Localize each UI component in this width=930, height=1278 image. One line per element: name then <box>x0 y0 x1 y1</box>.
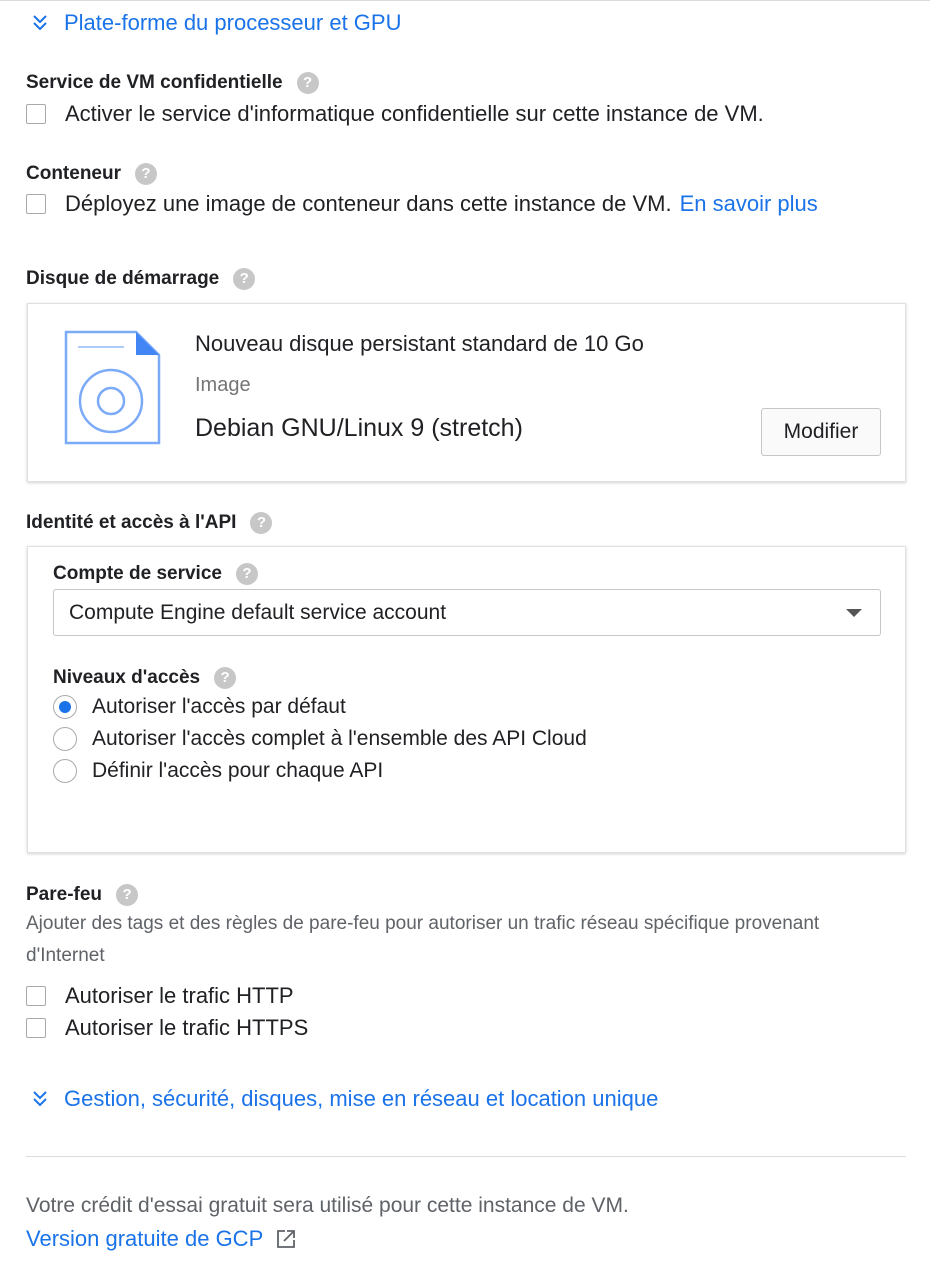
container-title: Conteneur <box>26 163 121 184</box>
platform-gpu-expander[interactable]: Plate-forme du processeur et GPU <box>31 10 401 36</box>
service-account-value: Compute Engine default service account <box>69 600 447 624</box>
container-checkbox-label: Déployez une image de conteneur dans cet… <box>65 191 672 216</box>
disk-image-icon <box>64 330 161 450</box>
access-levels-label-row: Niveaux d'accès ? <box>53 667 237 689</box>
access-option-label: Autoriser l'accès par défaut <box>92 695 346 718</box>
confidential-vm-section-title: Service de VM confidentielle ? <box>26 72 319 94</box>
identity-title: Identité et accès à l'API <box>26 512 237 533</box>
allow-http-option[interactable]: Autoriser le trafic HTTP <box>26 983 294 1009</box>
access-levels-label: Niveaux d'accès <box>53 667 201 688</box>
management-link-label: Gestion, sécurité, disques, mise en rése… <box>64 1086 659 1111</box>
access-option-full[interactable]: Autoriser l'accès complet à l'ensemble d… <box>53 727 587 751</box>
confidential-vm-checkbox-label: Activer le service d'informatique confid… <box>65 101 764 126</box>
management-security-expander[interactable]: Gestion, sécurité, disques, mise en rése… <box>31 1086 658 1112</box>
access-option-default[interactable]: Autoriser l'accès par défaut <box>53 695 346 719</box>
chevron-double-down-icon <box>31 12 49 34</box>
confidential-vm-title: Service de VM confidentielle <box>26 72 283 93</box>
help-icon[interactable]: ? <box>214 667 237 689</box>
confidential-vm-checkbox[interactable] <box>26 104 46 124</box>
identity-section-title: Identité et accès à l'API ? <box>26 512 273 534</box>
container-option[interactable]: Déployez une image de conteneur dans cet… <box>26 191 818 217</box>
caret-down-icon <box>846 609 862 617</box>
service-account-label: Compte de service <box>53 563 222 584</box>
help-icon[interactable]: ? <box>250 512 273 534</box>
allow-https-option[interactable]: Autoriser le trafic HTTPS <box>26 1015 308 1041</box>
access-per-api-radio[interactable] <box>53 759 77 783</box>
external-link-icon <box>275 1228 297 1250</box>
allow-https-label: Autoriser le trafic HTTPS <box>65 1015 309 1040</box>
modify-boot-disk-button[interactable]: Modifier <box>761 408 881 456</box>
access-option-per-api[interactable]: Définir l'accès pour chaque API <box>53 759 383 783</box>
allow-https-checkbox[interactable] <box>26 1018 46 1038</box>
service-account-label-row: Compte de service ? <box>53 563 258 585</box>
boot-disk-image-label: Image <box>195 374 251 396</box>
help-icon[interactable]: ? <box>135 163 157 185</box>
chevron-double-down-icon <box>31 1088 49 1110</box>
service-account-select[interactable]: Compute Engine default service account <box>53 589 881 636</box>
access-default-radio[interactable] <box>53 695 77 719</box>
boot-disk-section-title: Disque de démarrage ? <box>26 268 256 290</box>
help-icon[interactable]: ? <box>296 72 319 94</box>
access-option-label: Autoriser l'accès complet à l'ensemble d… <box>92 727 587 750</box>
help-icon[interactable]: ? <box>235 563 258 585</box>
top-divider <box>0 0 930 1</box>
help-icon[interactable]: ? <box>233 268 256 290</box>
allow-http-checkbox[interactable] <box>26 986 46 1006</box>
gcp-free-tier-link[interactable]: Version gratuite de GCP <box>26 1226 297 1252</box>
firewall-title: Pare-feu <box>26 884 103 905</box>
gcp-free-tier-label: Version gratuite de GCP <box>26 1226 264 1251</box>
help-icon[interactable]: ? <box>116 884 139 906</box>
platform-gpu-link-label: Plate-forme du processeur et GPU <box>64 10 402 35</box>
boot-disk-os: Debian GNU/Linux 9 (stretch) <box>195 414 523 442</box>
confidential-vm-option[interactable]: Activer le service d'informatique confid… <box>26 101 764 127</box>
allow-http-label: Autoriser le trafic HTTP <box>65 983 294 1008</box>
container-checkbox[interactable] <box>26 194 46 214</box>
firewall-section-title: Pare-feu ? <box>26 884 139 906</box>
firewall-description: Ajouter des tags et des règles de pare-f… <box>26 913 820 966</box>
access-option-label: Définir l'accès pour chaque API <box>92 759 384 782</box>
boot-disk-card: Nouveau disque persistant standard de 10… <box>27 303 906 482</box>
identity-card: Compte de service ? Compute Engine defau… <box>27 546 906 853</box>
boot-disk-name: Nouveau disque persistant standard de 10… <box>195 331 644 356</box>
footer-divider <box>26 1156 906 1157</box>
container-section-title: Conteneur ? <box>26 163 157 185</box>
boot-disk-title: Disque de démarrage <box>26 268 220 289</box>
access-full-radio[interactable] <box>53 727 77 751</box>
learn-more-link[interactable]: En savoir plus <box>680 191 818 217</box>
free-credit-notice: Votre crédit d'essai gratuit sera utilis… <box>26 1194 629 1217</box>
